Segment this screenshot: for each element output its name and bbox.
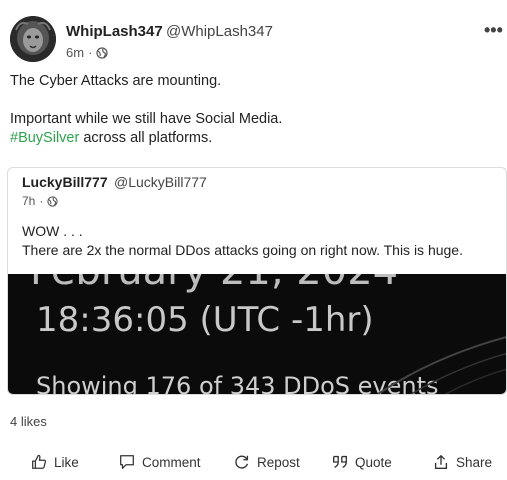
comment-icon <box>120 455 134 469</box>
quoted-text: WOW . . . There are 2x the normal DDos a… <box>22 222 502 260</box>
action-bar: Like Comment Repost Quote Share <box>0 447 507 480</box>
quoted-time: 7h <box>22 194 36 208</box>
repost-icon <box>235 455 249 469</box>
hashtag-link[interactable]: #BuySilver <box>10 130 79 146</box>
image-date-text: February 21, 2024 <box>30 274 398 294</box>
post-body: The Cyber Attacks are mounting. Importan… <box>10 72 490 148</box>
quoted-separator: · <box>39 194 44 208</box>
meta-separator: · <box>88 45 93 60</box>
post-line-2: Important while we still have Social Med… <box>10 111 283 127</box>
like-button[interactable]: Like <box>30 453 79 471</box>
avatar[interactable] <box>10 16 56 62</box>
more-options-icon[interactable]: ••• <box>484 20 503 41</box>
likes-count[interactable]: 4 likes <box>10 414 47 429</box>
repost-button[interactable]: Repost <box>233 453 300 471</box>
repost-label: Repost <box>257 454 300 470</box>
lion-avatar-icon <box>10 16 56 62</box>
globe-icon <box>96 46 109 59</box>
post-line-3-text: across all platforms. <box>79 130 213 146</box>
post-line-3: #BuySilver across all platforms. <box>10 129 490 148</box>
post-card: WhipLash347 @WhipLash347 6m · ••• The Cy… <box>0 0 507 480</box>
share-label: Share <box>456 454 493 470</box>
quote-label: Quote <box>355 454 392 470</box>
comment-button[interactable]: Comment <box>118 453 201 471</box>
like-label: Like <box>54 454 79 470</box>
quoted-author-name[interactable]: LuckyBill777 <box>22 174 108 190</box>
share-icon <box>434 455 448 469</box>
quoted-image[interactable]: February 21, 2024 18:36:05 (UTC -1hr) Sh… <box>8 274 506 394</box>
post-line-1: The Cyber Attacks are mounting. <box>10 73 222 89</box>
quoted-line-1: WOW . . . <box>22 223 83 239</box>
post-time[interactable]: 6m <box>66 45 84 60</box>
author-handle[interactable]: @WhipLash347 <box>166 23 273 40</box>
share-button[interactable]: Share <box>432 453 492 471</box>
post-meta: 6m · <box>66 45 109 60</box>
author-name[interactable]: WhipLash347 <box>66 23 163 40</box>
image-time-text: 18:36:05 (UTC -1hr) <box>36 300 374 340</box>
quoted-meta: 7h · <box>22 194 58 208</box>
quoted-author-handle[interactable]: @LuckyBill777 <box>114 174 207 190</box>
quote-button[interactable]: Quote <box>331 453 392 471</box>
image-streak-graphic <box>377 336 506 394</box>
comment-label: Comment <box>142 454 201 470</box>
quoted-post[interactable]: LuckyBill777 @LuckyBill777 7h · WOW . . … <box>7 167 507 395</box>
globe-icon <box>47 195 58 207</box>
quoted-line-2: There are 2x the normal DDos attacks goi… <box>22 242 463 258</box>
quote-icon <box>333 455 347 469</box>
thumbs-up-icon <box>32 454 47 469</box>
